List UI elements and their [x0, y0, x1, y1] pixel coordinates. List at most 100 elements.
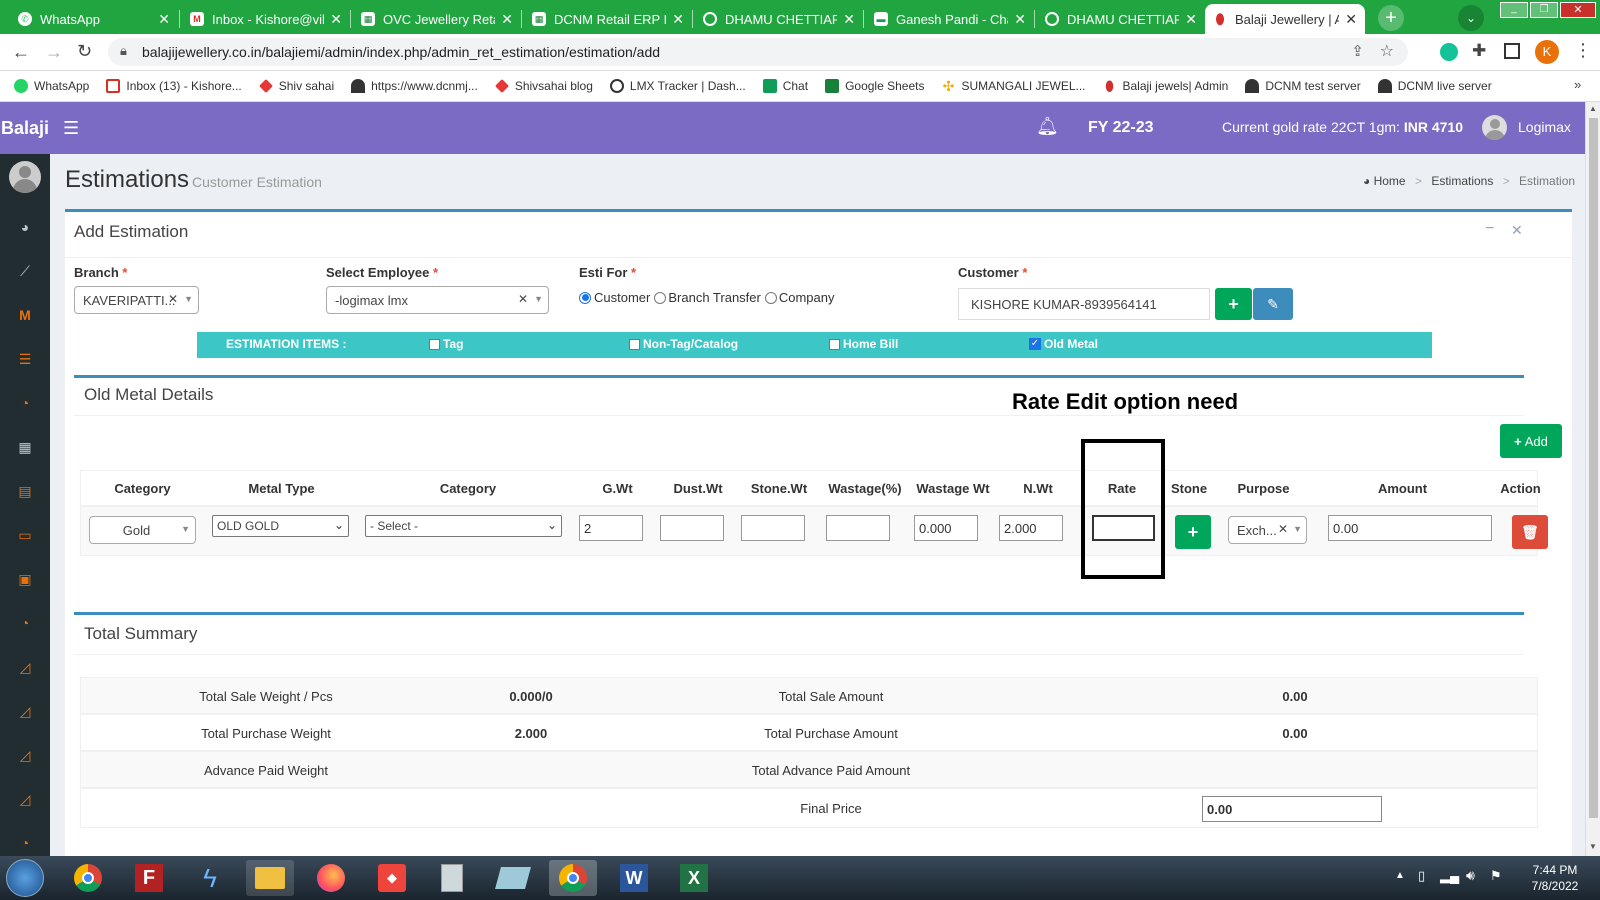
breadcrumb-home[interactable]: Home	[1374, 174, 1406, 188]
collapse-icon[interactable]: −	[1485, 220, 1494, 238]
checkbox-tag[interactable]: Tag	[429, 337, 463, 351]
back-arrow-icon[interactable]: ←	[12, 42, 30, 63]
close-icon[interactable]: ✕	[330, 11, 342, 28]
user-avatar[interactable]	[1482, 115, 1507, 140]
bookmark-inbox[interactable]: Inbox (13) - Kishore...	[106, 79, 242, 93]
chrome-active-taskbar-icon[interactable]	[549, 860, 597, 896]
star-icon[interactable]: ☆	[1380, 41, 1394, 61]
area-chart-icon[interactable]: ◿	[17, 792, 33, 806]
delete-row-button[interactable]: 🗑︎	[1512, 515, 1548, 549]
flag-icon[interactable]: ⚑	[1490, 868, 1502, 884]
start-button[interactable]	[6, 859, 44, 897]
metal-type-select[interactable]: OLD GOLD ⌄	[212, 515, 349, 537]
customer-input[interactable]: KISHORE KUMAR-8939564141	[958, 288, 1210, 320]
close-icon[interactable]: ✕	[1185, 11, 1197, 28]
checkbox-non-tag[interactable]: Non-Tag/Catalog	[629, 337, 738, 351]
bookmark-chat[interactable]: Chat	[762, 79, 808, 93]
bookmark-lmx-tracker[interactable]: LMX Tracker | Dash...	[609, 79, 746, 93]
radio-company[interactable]	[764, 291, 777, 304]
close-icon[interactable]: ✕	[672, 11, 684, 28]
brand-logo[interactable]: Balaji	[0, 102, 50, 154]
bookmark-dcnmj[interactable]: https://www.dcnmj...	[351, 79, 478, 93]
anydesk-taskbar-icon[interactable]: ◆	[368, 860, 416, 896]
sidepanel-icon[interactable]	[1504, 43, 1520, 59]
gift-icon[interactable]: ▣	[17, 572, 33, 586]
amount-input[interactable]: 0.00	[1328, 515, 1492, 541]
branch-select[interactable]: KAVERIPATTI... ✕ ▼	[74, 286, 199, 314]
scrollbar-thumb[interactable]	[1589, 118, 1598, 818]
bookmarks-overflow-icon[interactable]: »	[1574, 77, 1581, 92]
add-customer-button[interactable]: +	[1215, 288, 1252, 320]
maximize-button[interactable]: ❐	[1530, 2, 1558, 18]
close-icon[interactable]: ✕	[1014, 11, 1026, 28]
bookmark-shivsahai-blog[interactable]: Shivsahai blog	[494, 79, 593, 93]
url-bar[interactable]: 🔒︎ balajijewellery.co.in/balajiemi/admin…	[108, 38, 1408, 66]
hamburger-menu-icon[interactable]: ☰	[63, 118, 79, 139]
close-icon[interactable]: ✕	[158, 11, 170, 28]
browser-tab-dhamu-2[interactable]: DHAMU CHETTIAR ✕	[1037, 4, 1205, 34]
browser-tab-dcnm[interactable]: ▦ DCNM Retail ERP In ✕	[524, 4, 692, 34]
stone-add-button[interactable]: +	[1175, 515, 1211, 549]
firefox-taskbar-icon[interactable]	[307, 860, 355, 896]
bookmark-balaji-admin[interactable]: ⬮ Balaji jewels| Admin	[1103, 79, 1228, 93]
browser-tab-ganesh[interactable]: ▬ Ganesh Pandi - Cha ✕	[866, 4, 1034, 34]
wastage-pct-input[interactable]	[826, 515, 890, 541]
word-taskbar-icon[interactable]: W	[610, 860, 658, 896]
bookmark-google-sheets[interactable]: Google Sheets	[825, 79, 924, 93]
final-price-input[interactable]: 0.00	[1202, 796, 1382, 822]
checkbox-old-metal[interactable]: ✓ Old Metal	[1029, 337, 1098, 351]
browser-tab-ovc[interactable]: ▦ OVC Jewellery Retai ✕	[353, 4, 521, 34]
cc-icon[interactable]: ▭	[17, 528, 33, 542]
taskbar-clock[interactable]: 7:44 PM 7/8/2022	[1520, 862, 1590, 894]
extensions-icon[interactable]: ✚	[1472, 41, 1486, 61]
category2-select[interactable]: - Select - ⌄	[365, 515, 562, 537]
chrome-taskbar-icon[interactable]	[64, 860, 112, 896]
gwt-input[interactable]: 2	[579, 515, 643, 541]
bookmark-whatsapp[interactable]: WhatsApp	[14, 79, 89, 93]
pie-chart-icon[interactable]: ◔	[17, 396, 33, 410]
checkbox-home-bill[interactable]: Home Bill	[829, 337, 898, 351]
network-icon[interactable]: ▂▄	[1440, 868, 1459, 884]
bookmark-sumangali[interactable]: ✣ SUMANGALI JEWEL...	[941, 79, 1086, 93]
line-chart-icon[interactable]: ⟋	[17, 264, 33, 278]
explorer-taskbar-icon[interactable]	[246, 860, 294, 896]
close-icon[interactable]: ✕	[843, 11, 855, 28]
forward-arrow-icon[interactable]: →	[45, 42, 63, 63]
radio-customer[interactable]	[579, 291, 591, 304]
tab-search-button[interactable]: ⌄	[1458, 5, 1484, 31]
sidebar-user-avatar[interactable]	[9, 161, 41, 193]
area-chart-icon[interactable]: ◿	[17, 704, 33, 718]
dashboard-icon[interactable]: ◕	[17, 220, 33, 234]
bookmark-shiv-sahai[interactable]: Shiv sahai	[258, 79, 334, 93]
fy-label[interactable]: FY 22-23	[1088, 119, 1154, 137]
tray-devices-icon[interactable]: ▯	[1418, 868, 1425, 884]
employee-select[interactable]: -logimax lmx ✕ ▼	[326, 286, 549, 314]
calculator-taskbar-icon[interactable]	[428, 860, 476, 896]
profile-avatar[interactable]: K	[1535, 40, 1559, 64]
clear-icon[interactable]: ✕	[168, 292, 178, 306]
calendar-icon[interactable]: ▦	[17, 440, 33, 454]
tray-expand-icon[interactable]: ▲	[1395, 870, 1405, 881]
list-icon[interactable]: ☰	[17, 352, 33, 366]
browser-tab-dhamu-1[interactable]: DHAMU CHETTIAR ✕	[695, 4, 863, 34]
browser-tab-gmail[interactable]: M Inbox - Kishore@vik ✕	[182, 4, 350, 34]
close-icon[interactable]: ✕	[501, 11, 513, 28]
clear-icon[interactable]: ✕	[518, 292, 528, 306]
bookmark-dcnm-live[interactable]: DCNM live server	[1377, 79, 1492, 93]
browser-tab-whatsapp[interactable]: ✆ WhatsApp ✕	[10, 4, 178, 34]
breadcrumb-estimations[interactable]: Estimations	[1431, 174, 1493, 188]
pie-chart-icon[interactable]: ◔	[17, 836, 33, 850]
wastage-wt-input[interactable]: 0.000	[914, 515, 978, 541]
dustwt-input[interactable]	[660, 515, 724, 541]
excel-taskbar-icon[interactable]: X	[670, 860, 718, 896]
browser-tab-balaji-active[interactable]: ⬮ Balaji Jewellery | Ad ✕	[1205, 4, 1365, 34]
grammarly-icon[interactable]	[1440, 43, 1458, 61]
area-chart-icon[interactable]: ◿	[17, 748, 33, 762]
volume-icon[interactable]: 🔊︎	[1466, 867, 1475, 884]
user-name[interactable]: Logimax	[1518, 119, 1571, 135]
calculator-icon[interactable]: ▤	[17, 484, 33, 498]
purpose-select[interactable]: Exch... ✕ ▼	[1228, 516, 1307, 544]
nwt-input[interactable]: 2.000	[999, 515, 1063, 541]
radio-branch-transfer[interactable]	[654, 291, 667, 304]
page-scrollbar[interactable]: ▲ ▼	[1585, 102, 1600, 856]
